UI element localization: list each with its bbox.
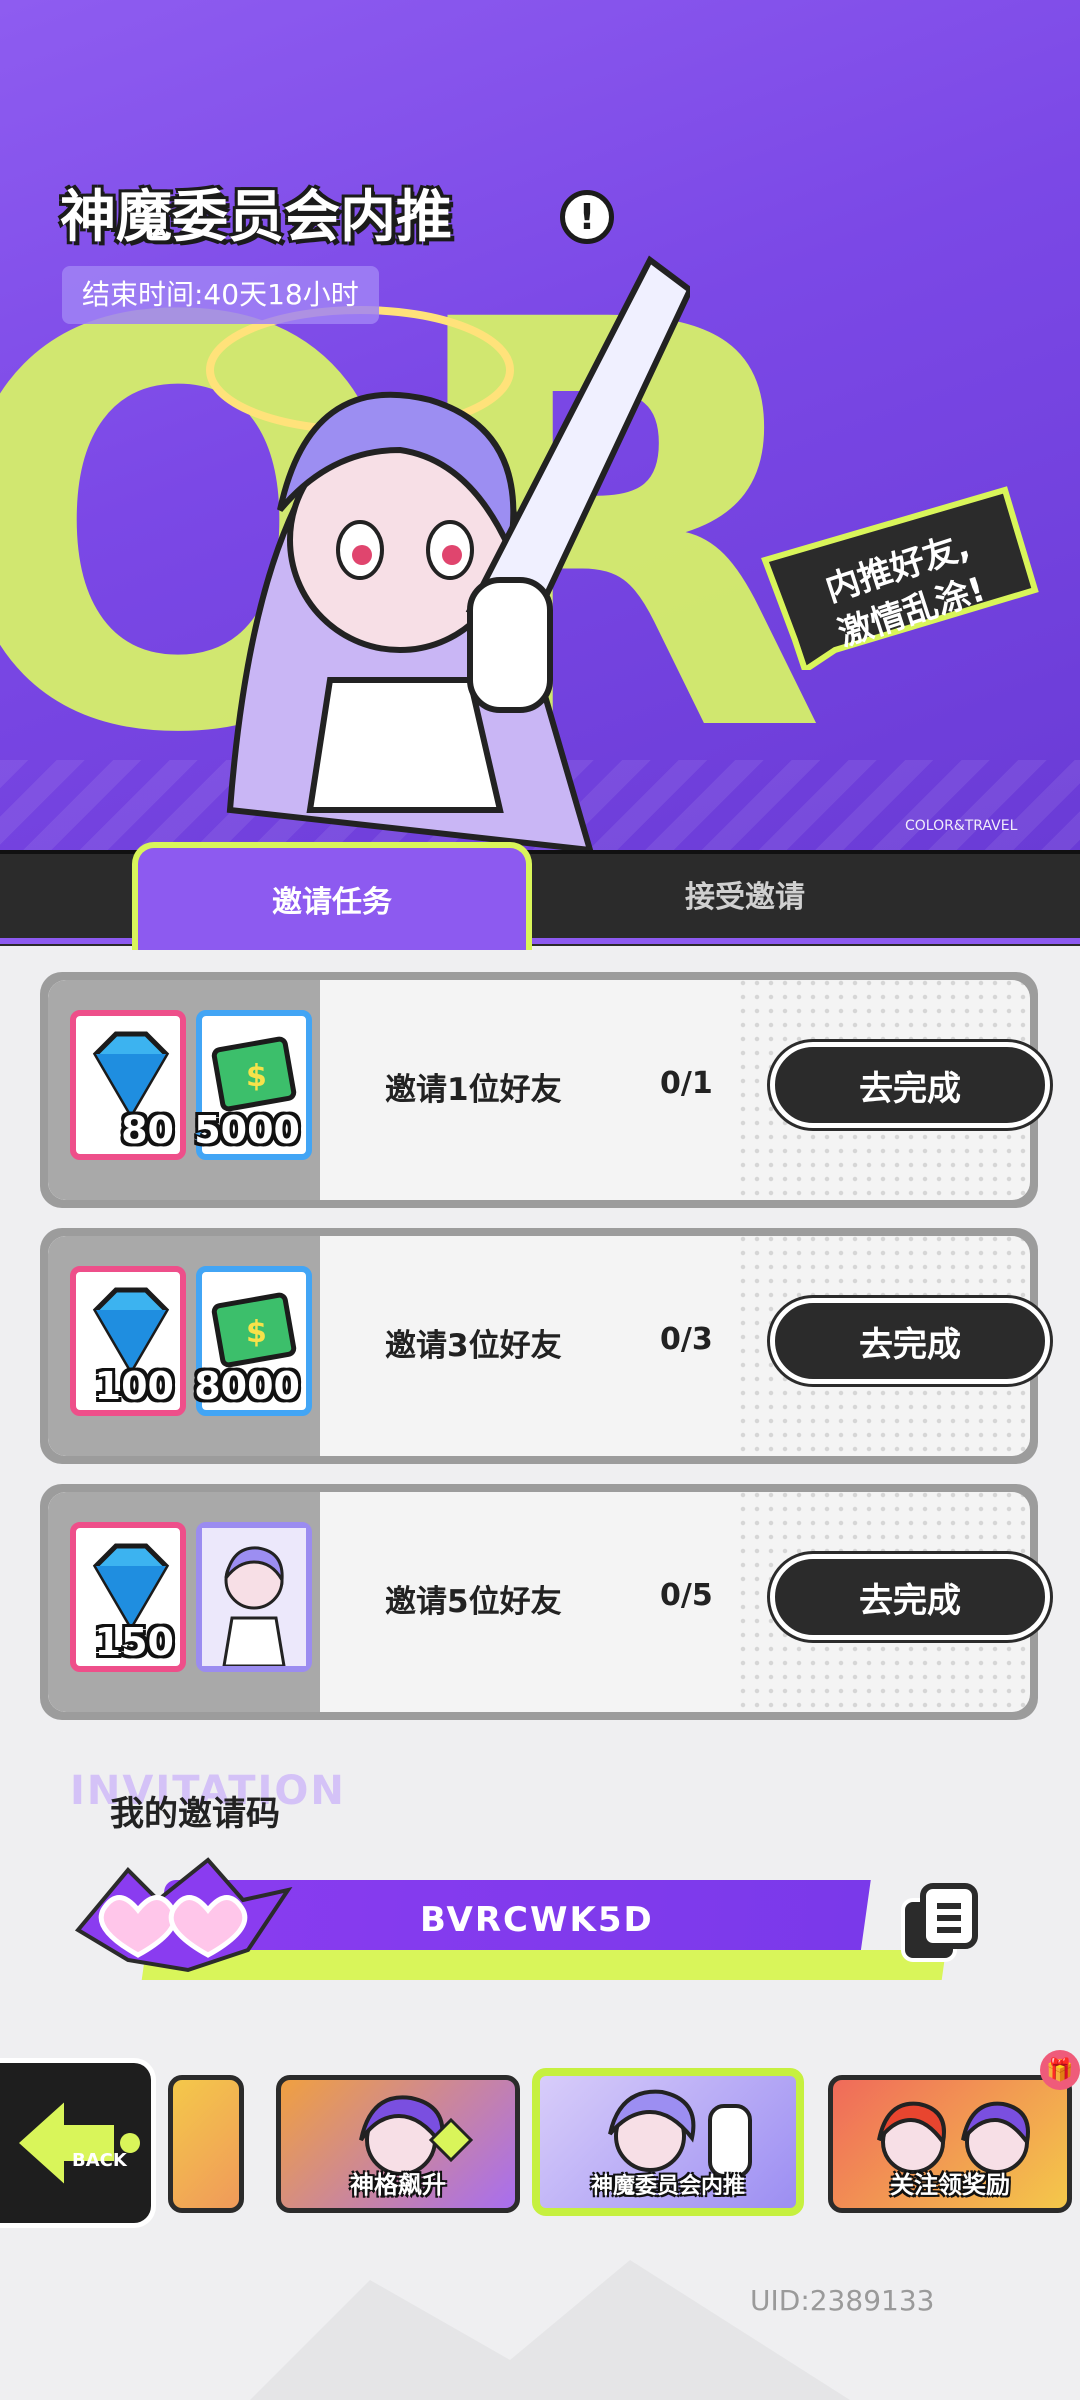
reward-count: 5000 (194, 1108, 300, 1152)
reward-cash: $ 5000 (194, 1010, 312, 1160)
task-card: 80 $ 5000 邀请1位好友 0/1 去完成 (40, 972, 1050, 1208)
task-progress: 0/3 (660, 1322, 713, 1357)
reward-count: 150 (94, 1620, 174, 1664)
nav-card-label: 神魔委员会内推 (590, 2174, 745, 2199)
hearts-icon (74, 1857, 293, 1973)
reward-gem: 150 (70, 1522, 186, 1672)
gift-icon: 🎁 (1040, 2050, 1080, 2090)
event-title: 神魔委员会内推 (60, 185, 452, 250)
character-card-icon (202, 1528, 306, 1666)
tab-accept-invite[interactable]: 接受邀请 (560, 862, 930, 926)
brand-logo: COLOR&TRAVEL (905, 818, 1018, 834)
go-complete-button[interactable]: 去完成 (770, 1554, 1050, 1640)
back-arrow-icon (13, 2093, 140, 2193)
go-complete-button[interactable]: 去完成 (770, 1298, 1050, 1384)
invite-code-title: 我的邀请码 (110, 1794, 280, 1834)
reward-character-card (196, 1522, 312, 1672)
reward-gem: 100 (70, 1266, 186, 1416)
task-progress: 0/5 (660, 1578, 713, 1613)
go-complete-button[interactable]: 去完成 (770, 1042, 1050, 1128)
nav-card-label: 关注领奖励 (890, 2171, 1010, 2199)
reward-zone: 150 (48, 1492, 320, 1712)
task-card: 150 邀请5位好友 0/5 去完成 (40, 1484, 1050, 1720)
reward-gem: 80 (70, 1010, 186, 1160)
reward-cash: $ 8000 (194, 1266, 312, 1416)
task-label: 邀请5位好友 (385, 1584, 562, 1620)
copy-icon[interactable] (895, 1880, 985, 1970)
reward-zone: 80 $ 5000 (48, 980, 320, 1200)
svg-text:$: $ (246, 1059, 267, 1094)
reward-zone: 100 $ 8000 (48, 1236, 320, 1456)
info-icon[interactable]: ! (560, 190, 614, 244)
invite-code-value[interactable]: BVRCWK5D (420, 1900, 654, 1940)
bottom-watermark-art (250, 2260, 850, 2400)
reward-count: 100 (94, 1364, 174, 1408)
reward-count: 8000 (194, 1364, 300, 1408)
task-label: 邀请1位好友 (385, 1072, 562, 1108)
nav-card-committee-referral[interactable]: 神魔委员会内推 (532, 2068, 804, 2216)
tab-invite-tasks[interactable]: 邀请任务 (132, 842, 532, 950)
reward-count: 80 (121, 1108, 174, 1152)
nav-card-partial[interactable] (168, 2075, 244, 2213)
back-label: BACK (72, 2150, 127, 2171)
nav-card-label: 神格飙升 (350, 2171, 446, 2199)
event-end-time: 结束时间:40天18小时 (62, 266, 379, 324)
character-illustration (206, 255, 690, 850)
task-label: 邀请3位好友 (385, 1328, 562, 1364)
event-banner: OR 内推好友, 激情乱涂! COLOR&TRAVEL (0, 0, 1080, 850)
user-uid: UID:2389133 (750, 2284, 935, 2317)
back-button[interactable] (0, 2058, 156, 2228)
task-progress: 0/1 (660, 1066, 713, 1101)
nav-card-follow-reward[interactable]: 关注领奖励 (828, 2075, 1072, 2213)
nav-card-godhood[interactable]: 神格飙升 (276, 2075, 520, 2213)
svg-text:$: $ (246, 1315, 267, 1350)
task-card: 100 $ 8000 邀请3位好友 0/3 去完成 (40, 1228, 1050, 1464)
